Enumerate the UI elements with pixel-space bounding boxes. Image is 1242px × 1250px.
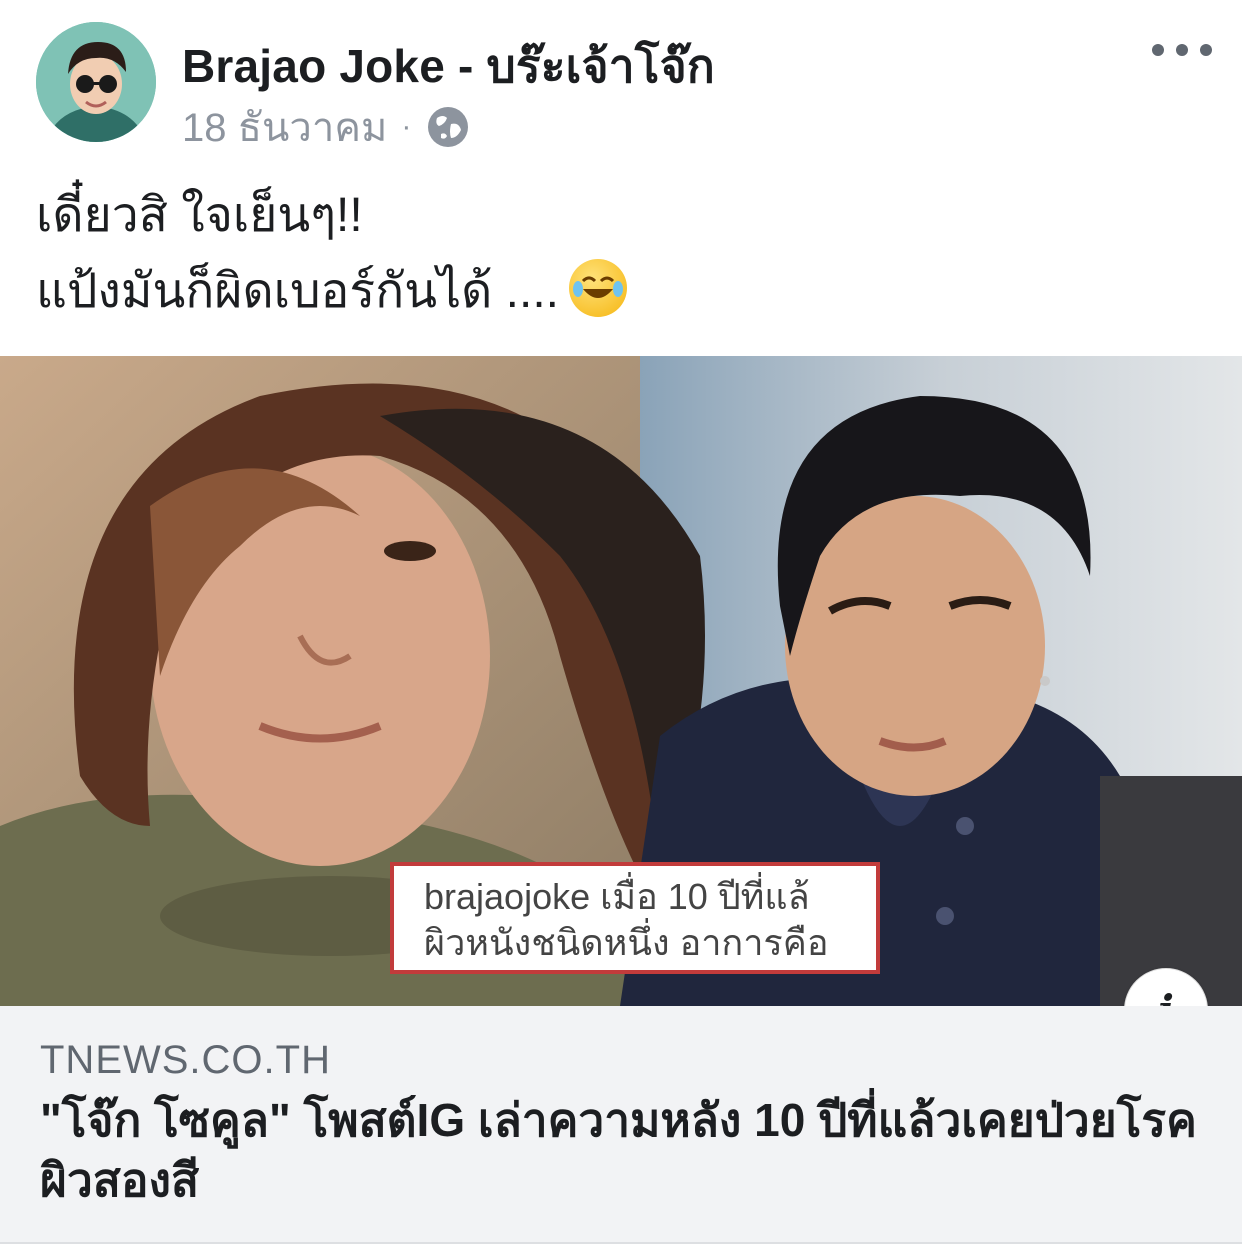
caption-line-2-wrap: แป้งมันก็ผิดเบอร์กันได้ .... <box>36 254 628 330</box>
facebook-post: Brajao Joke - บร๊ะเจ้าโจ๊ก 18 ธันวาคม · … <box>0 0 1242 1250</box>
author-name[interactable]: Brajao Joke - บร๊ะเจ้าโจ๊ก <box>182 30 715 103</box>
globe-icon[interactable] <box>425 104 471 150</box>
avatar-image <box>36 22 156 142</box>
post-caption: เดี๋ยวสิ ใจเย็นๆ!! แป้งมันก็ผิดเบอร์กันไ… <box>36 178 628 330</box>
link-title[interactable]: "โจ๊ก โซคูล" โพสต์IG เล่าความหลัง 10 ปีท… <box>40 1090 1200 1210</box>
laughing-emoji-icon <box>569 259 628 317</box>
overlay-line-2: ผิวหนังชนิดหนึ่ง อาการคือ <box>424 922 829 963</box>
caption-line-1: เดี๋ยวสิ ใจเย็นๆ!! <box>36 189 363 242</box>
link-card[interactable]: TNEWS.CO.TH "โจ๊ก โซคูล" โพสต์IG เล่าควา… <box>0 1006 1242 1244</box>
caption-line-2: แป้งมันก็ผิดเบอร์กันได้ .... <box>36 265 560 318</box>
link-domain: TNEWS.CO.TH <box>40 1038 331 1082</box>
instagram-caption-overlay: brajaojoke เมื่อ 10 ปีที่แล้ ผิวหนังชนิด… <box>390 862 880 974</box>
author-avatar[interactable] <box>36 22 156 142</box>
more-options-icon[interactable] <box>1152 30 1212 70</box>
post-date[interactable]: 18 ธันวาคม <box>182 95 387 159</box>
meta-separator: · <box>401 110 412 143</box>
overlay-line-1: brajaojoke เมื่อ 10 ปีที่แล้ <box>424 876 810 917</box>
link-preview-image[interactable]: brajaojoke เมื่อ 10 ปีที่แล้ ผิวหนังชนิด… <box>0 356 1242 1006</box>
post-meta: 18 ธันวาคม · <box>182 102 471 152</box>
